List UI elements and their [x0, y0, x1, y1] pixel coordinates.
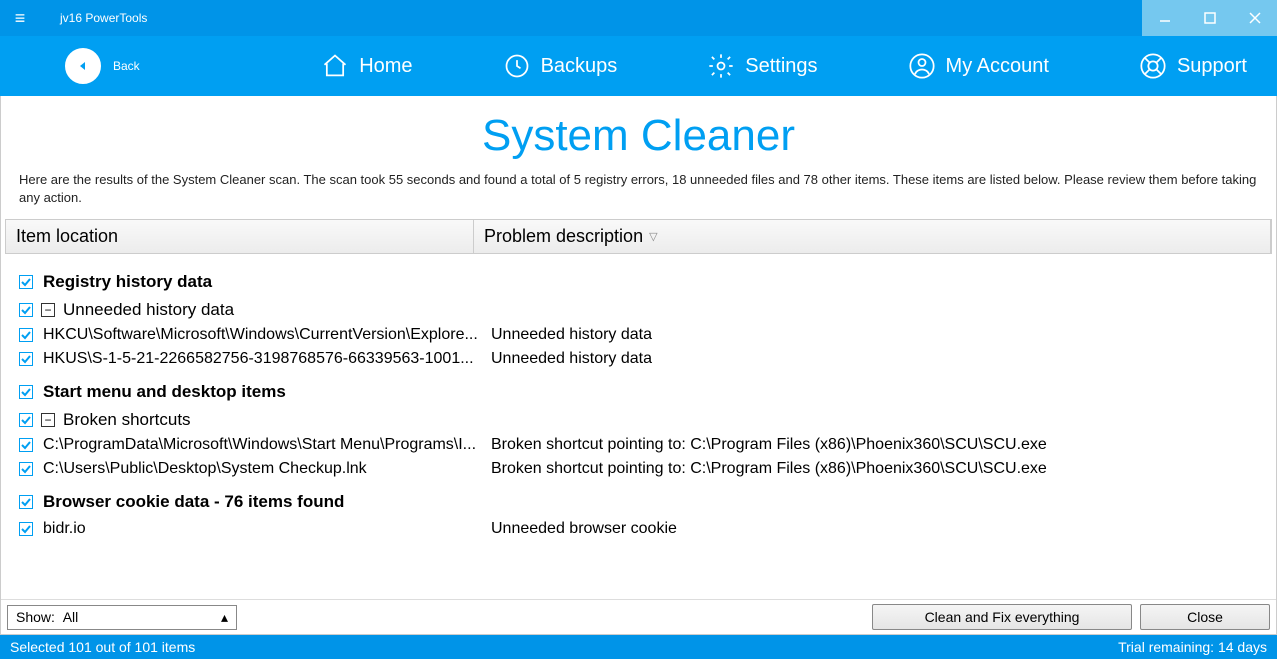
- titlebar: ≡ jv16 PowerTools: [0, 0, 1277, 36]
- status-bar: Selected 101 out of 101 items Trial rema…: [0, 635, 1277, 659]
- column-problem[interactable]: Problem description ▽: [474, 220, 1271, 253]
- navbar: Back Home Backups Settings My Account Su…: [0, 36, 1277, 96]
- item-location: bidr.io: [43, 520, 481, 538]
- lifebuoy-icon: [1139, 52, 1167, 80]
- item-description: Broken shortcut pointing to: C:\Program …: [491, 460, 1047, 478]
- back-arrow-icon: [65, 48, 101, 84]
- close-button[interactable]: Close: [1140, 604, 1270, 630]
- table-row[interactable]: bidr.io Unneeded browser cookie: [19, 520, 1272, 538]
- close-button[interactable]: [1232, 0, 1277, 36]
- group-label: Registry history data: [43, 272, 212, 292]
- back-label: Back: [113, 59, 140, 73]
- hamburger-menu[interactable]: ≡: [0, 8, 40, 29]
- group-label: Browser cookie data - 76 items found: [43, 492, 344, 512]
- window-controls: [1142, 0, 1277, 36]
- clean-fix-button[interactable]: Clean and Fix everything: [872, 604, 1132, 630]
- subgroup-broken-shortcuts[interactable]: − Broken shortcuts: [19, 410, 1272, 430]
- trial-remaining: Trial remaining: 14 days: [1118, 639, 1267, 655]
- checkbox[interactable]: [19, 385, 33, 399]
- minimize-button[interactable]: [1142, 0, 1187, 36]
- results-list[interactable]: Registry history data − Unneeded history…: [1, 254, 1276, 599]
- table-row[interactable]: C:\Users\Public\Desktop\System Checkup.l…: [19, 460, 1272, 478]
- nav-home-label: Home: [359, 55, 412, 78]
- dropdown-arrow-icon: ▴: [221, 609, 228, 626]
- back-button[interactable]: Back: [65, 48, 140, 84]
- nav-settings[interactable]: Settings: [707, 52, 817, 80]
- item-description: Broken shortcut pointing to: C:\Program …: [491, 436, 1047, 454]
- group-registry[interactable]: Registry history data: [19, 272, 1272, 292]
- subgroup-label: Broken shortcuts: [63, 410, 191, 430]
- nav-account[interactable]: My Account: [908, 52, 1049, 80]
- table-row[interactable]: C:\ProgramData\Microsoft\Windows\Start M…: [19, 436, 1272, 454]
- show-filter-dropdown[interactable]: Show: All ▴: [7, 605, 237, 630]
- checkbox[interactable]: [19, 328, 33, 342]
- nav-support-label: Support: [1177, 55, 1247, 78]
- scan-description: Here are the results of the System Clean…: [1, 171, 1276, 219]
- group-startmenu[interactable]: Start menu and desktop items: [19, 382, 1272, 402]
- nav-support[interactable]: Support: [1139, 52, 1247, 80]
- selected-count: Selected 101 out of 101 items: [10, 639, 195, 655]
- item-description: Unneeded browser cookie: [491, 520, 677, 538]
- checkbox[interactable]: [19, 275, 33, 289]
- gear-icon: [707, 52, 735, 80]
- table-row[interactable]: HKUS\S-1-5-21-2266582756-3198768576-6633…: [19, 350, 1272, 368]
- subgroup-label: Unneeded history data: [63, 300, 234, 320]
- checkbox[interactable]: [19, 462, 33, 476]
- checkbox[interactable]: [19, 495, 33, 509]
- checkbox[interactable]: [19, 303, 33, 317]
- filter-icon: ▽: [649, 230, 657, 243]
- bottom-toolbar: Show: All ▴ Clean and Fix everything Clo…: [1, 599, 1276, 634]
- checkbox[interactable]: [19, 438, 33, 452]
- show-label: Show:: [16, 609, 55, 625]
- column-location[interactable]: Item location: [6, 220, 474, 253]
- item-description: Unneeded history data: [491, 350, 652, 368]
- content-area: System Cleaner Here are the results of t…: [0, 96, 1277, 635]
- clock-icon: [503, 52, 531, 80]
- nav-settings-label: Settings: [745, 55, 817, 78]
- maximize-button[interactable]: [1187, 0, 1232, 36]
- table-row[interactable]: HKCU\Software\Microsoft\Windows\CurrentV…: [19, 326, 1272, 344]
- item-location: HKCU\Software\Microsoft\Windows\CurrentV…: [43, 326, 481, 344]
- nav-backups-label: Backups: [541, 55, 618, 78]
- user-icon: [908, 52, 936, 80]
- page-title: System Cleaner: [1, 111, 1276, 161]
- item-location: C:\ProgramData\Microsoft\Windows\Start M…: [43, 436, 481, 454]
- checkbox[interactable]: [19, 413, 33, 427]
- group-browser-cookies[interactable]: Browser cookie data - 76 items found: [19, 492, 1272, 512]
- nav-home[interactable]: Home: [321, 52, 412, 80]
- nav-backups[interactable]: Backups: [503, 52, 618, 80]
- checkbox[interactable]: [19, 522, 33, 536]
- checkbox[interactable]: [19, 352, 33, 366]
- item-location: HKUS\S-1-5-21-2266582756-3198768576-6633…: [43, 350, 481, 368]
- nav-account-label: My Account: [946, 55, 1049, 78]
- item-location: C:\Users\Public\Desktop\System Checkup.l…: [43, 460, 481, 478]
- collapse-icon[interactable]: −: [41, 413, 55, 427]
- group-label: Start menu and desktop items: [43, 382, 286, 402]
- subgroup-unneeded-history[interactable]: − Unneeded history data: [19, 300, 1272, 320]
- item-description: Unneeded history data: [491, 326, 652, 344]
- show-value: All: [63, 609, 79, 625]
- table-header: Item location Problem description ▽: [5, 219, 1272, 254]
- home-icon: [321, 52, 349, 80]
- app-title: jv16 PowerTools: [60, 11, 147, 25]
- column-problem-label: Problem description: [484, 226, 643, 247]
- collapse-icon[interactable]: −: [41, 303, 55, 317]
